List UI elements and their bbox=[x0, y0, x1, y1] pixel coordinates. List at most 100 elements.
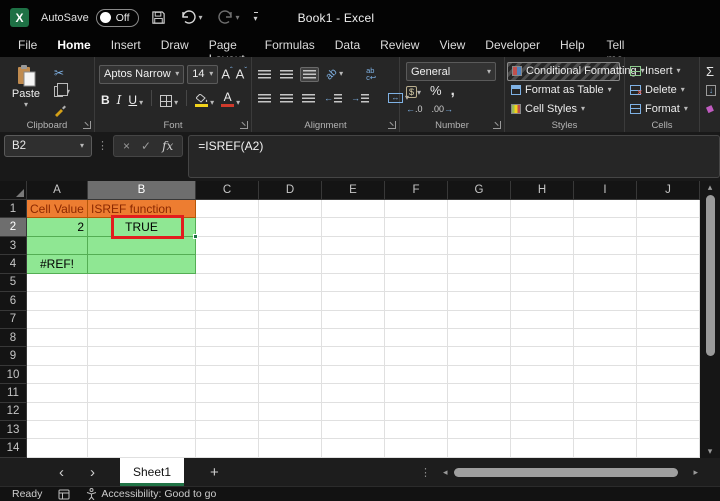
autosum-icon[interactable]: Σ bbox=[706, 64, 714, 79]
cell-E2[interactable] bbox=[322, 218, 385, 237]
row-header-2[interactable]: 2 bbox=[0, 218, 27, 237]
cell-F5[interactable] bbox=[385, 273, 448, 293]
cell-F6[interactable] bbox=[385, 292, 448, 311]
cell-H11[interactable] bbox=[511, 384, 574, 403]
cell-D5[interactable] bbox=[259, 273, 322, 293]
cell-D8[interactable] bbox=[259, 328, 322, 348]
cell-G14[interactable] bbox=[448, 439, 511, 458]
cell-A13[interactable] bbox=[27, 421, 88, 440]
cut-button[interactable]: ✂ bbox=[54, 65, 70, 80]
cell-I9[interactable] bbox=[574, 347, 637, 366]
cell-A14[interactable] bbox=[27, 439, 88, 458]
cell-D11[interactable] bbox=[259, 384, 322, 403]
cell-I13[interactable] bbox=[574, 421, 637, 440]
cell-E10[interactable] bbox=[322, 365, 385, 385]
cell-D2[interactable] bbox=[259, 218, 322, 237]
cell-J11[interactable] bbox=[637, 384, 700, 403]
cell-E1[interactable] bbox=[322, 200, 385, 219]
cell-H7[interactable] bbox=[511, 310, 574, 329]
cell-J4[interactable] bbox=[637, 255, 700, 274]
cell-G4[interactable] bbox=[448, 255, 511, 274]
cell-H13[interactable] bbox=[511, 421, 574, 440]
cell-styles-button[interactable]: Cell Styles ▾ bbox=[511, 99, 620, 118]
enter-icon[interactable]: ✓ bbox=[141, 139, 151, 153]
cell-B6[interactable] bbox=[88, 292, 196, 311]
cell-B8[interactable] bbox=[88, 328, 196, 348]
horizontal-scroll-thumb[interactable] bbox=[453, 467, 679, 477]
cell-G12[interactable] bbox=[448, 402, 511, 422]
cell-C8[interactable] bbox=[196, 328, 259, 348]
cell-F4[interactable] bbox=[385, 255, 448, 274]
cell-C4[interactable] bbox=[196, 255, 259, 274]
row-header-10[interactable]: 10 bbox=[0, 365, 27, 385]
cell-H2[interactable] bbox=[511, 218, 574, 237]
cell-H14[interactable] bbox=[511, 439, 574, 458]
fill-icon[interactable]: ↓ bbox=[706, 84, 716, 96]
accessibility-status[interactable]: Accessibility: Good to go bbox=[86, 488, 216, 500]
cell-E13[interactable] bbox=[322, 421, 385, 440]
row-header-6[interactable]: 6 bbox=[0, 292, 27, 311]
clipboard-dialog-launcher-icon[interactable] bbox=[83, 121, 91, 129]
cell-G2[interactable] bbox=[448, 218, 511, 237]
cell-F8[interactable] bbox=[385, 328, 448, 348]
cell-B13[interactable] bbox=[88, 421, 196, 440]
column-header-J[interactable]: J bbox=[637, 181, 700, 200]
cell-A6[interactable] bbox=[27, 292, 88, 311]
align-middle-button[interactable] bbox=[278, 68, 295, 81]
column-header-A[interactable]: A bbox=[27, 181, 88, 200]
orientation-button[interactable]: ab ▾ bbox=[324, 66, 345, 82]
cell-J2[interactable] bbox=[637, 218, 700, 237]
cell-E5[interactable] bbox=[322, 273, 385, 293]
cell-I12[interactable] bbox=[574, 402, 637, 422]
font-name-select[interactable]: Aptos Narrow ▾ bbox=[99, 64, 185, 84]
paste-button[interactable]: Paste ▾ bbox=[4, 62, 48, 118]
cell-G1[interactable] bbox=[448, 200, 511, 219]
cell-F13[interactable] bbox=[385, 421, 448, 440]
autosave-control[interactable]: AutoSave Off bbox=[41, 8, 139, 27]
cell-J3[interactable] bbox=[637, 236, 700, 256]
row-header-7[interactable]: 7 bbox=[0, 310, 27, 329]
font-color-button[interactable]: A ▾ bbox=[219, 89, 242, 107]
cell-A9[interactable] bbox=[27, 347, 88, 366]
prev-sheet-icon[interactable]: ‹ bbox=[46, 464, 77, 481]
row-header-4[interactable]: 4 bbox=[0, 255, 27, 274]
column-header-I[interactable]: I bbox=[574, 181, 637, 200]
name-box[interactable]: B2 ▾ bbox=[4, 135, 92, 157]
cell-I7[interactable] bbox=[574, 310, 637, 329]
increase-indent-button[interactable]: → bbox=[349, 91, 371, 105]
cell-A4[interactable]: #REF! bbox=[27, 255, 88, 274]
scroll-right-icon[interactable]: ▸ bbox=[693, 467, 698, 477]
select-all-corner[interactable] bbox=[0, 181, 27, 200]
horizontal-scrollbar[interactable]: ◂ ▸ bbox=[443, 467, 698, 477]
cell-A12[interactable] bbox=[27, 402, 88, 422]
cell-A1[interactable]: Cell Value bbox=[27, 200, 88, 219]
cell-D3[interactable] bbox=[259, 236, 322, 256]
cell-J1[interactable] bbox=[637, 200, 700, 219]
borders-button[interactable]: ▾ bbox=[158, 89, 180, 107]
percent-style-button[interactable]: % bbox=[430, 83, 442, 98]
cell-F14[interactable] bbox=[385, 439, 448, 458]
cell-G5[interactable] bbox=[448, 273, 511, 293]
cell-C7[interactable] bbox=[196, 310, 259, 329]
row-header-11[interactable]: 11 bbox=[0, 384, 27, 403]
row-header-8[interactable]: 8 bbox=[0, 328, 27, 348]
cell-C11[interactable] bbox=[196, 384, 259, 403]
cell-G6[interactable] bbox=[448, 292, 511, 311]
format-as-table-button[interactable]: Format as Table ▾ bbox=[511, 81, 620, 100]
column-header-B[interactable]: B bbox=[88, 181, 196, 200]
cell-D10[interactable] bbox=[259, 365, 322, 385]
customize-toolbar-icon[interactable]: ▾ bbox=[253, 12, 258, 23]
copy-button[interactable]: ▾ bbox=[54, 83, 70, 99]
cell-J12[interactable] bbox=[637, 402, 700, 422]
cell-A7[interactable] bbox=[27, 310, 88, 329]
cell-H12[interactable] bbox=[511, 402, 574, 422]
cell-F7[interactable] bbox=[385, 310, 448, 329]
cell-B14[interactable] bbox=[88, 439, 196, 458]
column-header-C[interactable]: C bbox=[196, 181, 259, 200]
cell-I5[interactable] bbox=[574, 273, 637, 293]
cell-C10[interactable] bbox=[196, 365, 259, 385]
cell-I4[interactable] bbox=[574, 255, 637, 274]
cell-A2[interactable]: 2 bbox=[27, 218, 88, 237]
cell-A8[interactable] bbox=[27, 328, 88, 348]
cell-C12[interactable] bbox=[196, 402, 259, 422]
